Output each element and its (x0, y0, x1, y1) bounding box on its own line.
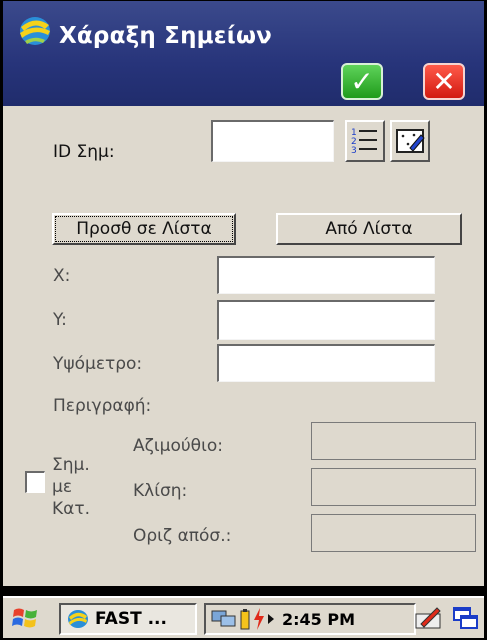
description-label: Περιγραφή: (53, 396, 152, 416)
battery-icon (240, 609, 250, 630)
taskbar: FAST ... 2:45 PM (3, 596, 484, 638)
power-lightning-icon (254, 608, 264, 630)
svg-text:3: 3 (351, 146, 357, 156)
cancel-button[interactable]: ✕ (423, 63, 465, 100)
point-id-label: ID Σημ: (53, 142, 115, 162)
elevation-label: Υψόμετρο: (53, 354, 143, 374)
with-direction-checkbox[interactable] (25, 471, 45, 493)
taskbar-task-button[interactable]: FAST ... (59, 603, 197, 635)
numbered-list-icon: 1 2 3 (351, 128, 377, 156)
slope-label: Κλίση: (133, 481, 188, 501)
x-input[interactable] (217, 256, 435, 294)
point-id-input[interactable] (211, 120, 334, 162)
with-direction-label-2: με (52, 477, 73, 497)
title-bar: Χάραξη Σημείων ✓ ✕ (3, 1, 484, 106)
y-input[interactable] (217, 300, 435, 340)
arrow-right-icon (268, 614, 274, 624)
slope-input (311, 468, 476, 506)
taskbar-task-label: FAST ... (95, 609, 167, 629)
form-area: ID Σημ: 1 2 3 Προσθ σε Λίστα Από Λίστα X… (3, 106, 484, 586)
clock-time: 2:45 PM (282, 609, 356, 629)
window-title: Χάραξη Σημείων (59, 23, 273, 49)
y-label: Y: (53, 310, 67, 330)
map-pick-button[interactable] (390, 120, 430, 162)
horizontal-distance-input (311, 514, 476, 552)
app-logo-icon (68, 610, 88, 628)
close-icon: ✕ (432, 65, 456, 98)
with-direction-label-1: Σημ. (52, 455, 90, 475)
x-label: X: (53, 266, 71, 286)
app-logo-icon (20, 17, 50, 45)
horizontal-distance-label: Οριζ απόσ.: (133, 526, 232, 546)
input-panel-icon[interactable] (413, 604, 443, 632)
ok-button[interactable]: ✓ (341, 63, 383, 100)
with-direction-label-3: Κατ. (52, 499, 90, 519)
add-to-list-button[interactable]: Προσθ σε Λίστα (52, 213, 236, 245)
azimuth-label: Αζιμούθιο: (133, 436, 223, 456)
edit-map-icon (396, 129, 425, 153)
from-list-button[interactable]: Από Λίστα (276, 213, 462, 245)
checkmark-icon: ✓ (350, 65, 374, 98)
system-tray[interactable]: 2:45 PM (204, 603, 416, 635)
point-list-button[interactable]: 1 2 3 (345, 120, 385, 162)
network-icon (211, 610, 236, 627)
elevation-input[interactable] (217, 344, 435, 382)
switch-windows-icon[interactable] (451, 604, 481, 632)
windows-start-icon[interactable] (11, 604, 41, 632)
azimuth-input (311, 422, 476, 460)
